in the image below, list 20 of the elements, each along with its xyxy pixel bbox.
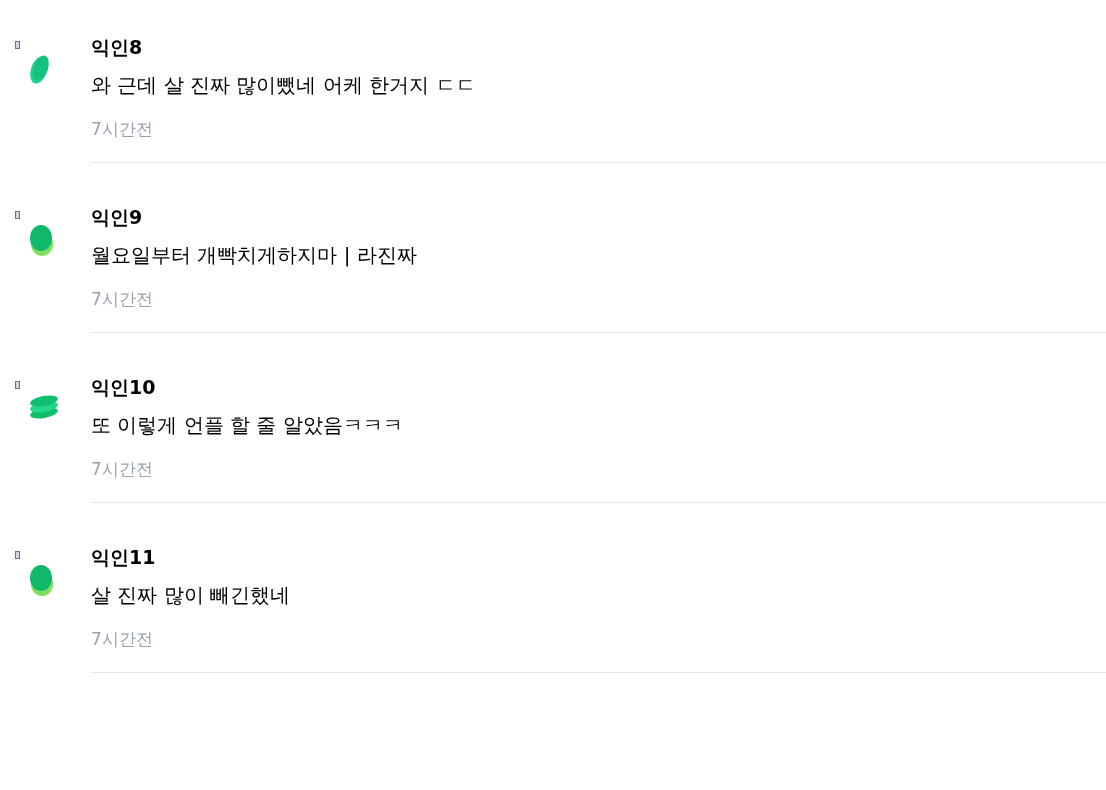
timestamp: 7시간전 bbox=[91, 288, 154, 311]
author-name: 익인9 bbox=[91, 205, 144, 230]
timestamp: 7시간전 bbox=[91, 118, 154, 141]
comment-text: 살 진짜 많이 빼긴했네 bbox=[91, 582, 292, 609]
broken-image-icon bbox=[15, 211, 20, 219]
author-name: 익인8 bbox=[91, 35, 144, 60]
avatar-icon bbox=[28, 563, 54, 597]
avatar-icon bbox=[28, 393, 60, 421]
avatar-icon bbox=[28, 53, 52, 85]
comment-text: 월요일부터 개빡치게하지마 | 라진짜 bbox=[91, 242, 418, 269]
author-name: 익인10 bbox=[91, 375, 157, 400]
avatar-icon bbox=[28, 223, 54, 257]
timestamp: 7시간전 bbox=[91, 458, 154, 481]
broken-image-icon bbox=[15, 381, 20, 389]
timestamp: 7시간전 bbox=[91, 628, 154, 651]
author-name: 익인11 bbox=[91, 545, 157, 570]
broken-image-icon bbox=[15, 551, 20, 559]
broken-image-icon bbox=[15, 41, 20, 49]
comment-text: 와 근데 살 진짜 많이뺐네 어케 한거지 ㄷㄷ bbox=[91, 72, 477, 99]
comment-text: 또 이렇게 언플 할 줄 알았음ㅋㅋㅋ bbox=[91, 412, 404, 439]
